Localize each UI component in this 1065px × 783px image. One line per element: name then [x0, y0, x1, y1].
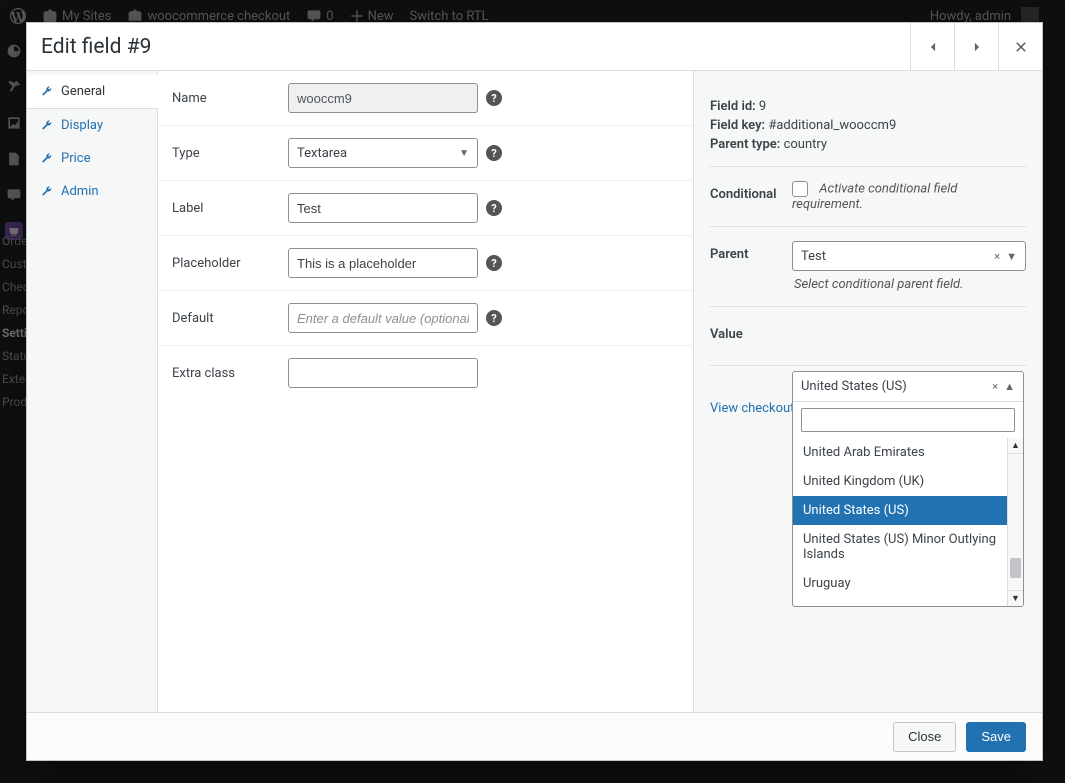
parent-type-line: Parent type: country [710, 137, 1026, 152]
dropdown-listbox: United Arab Emirates United Kingdom (UK)… [793, 438, 1023, 606]
type-select[interactable]: Textarea ▼ [288, 138, 478, 168]
chevron-up-icon: ▲ [1004, 380, 1015, 393]
tab-price-label: Price [61, 151, 90, 166]
conditional-text: Activate conditional field requirement. [792, 181, 957, 212]
edit-field-modal: Edit field #9 General Display Price [26, 22, 1043, 761]
parent-label: Parent [710, 241, 792, 262]
modal-title: Edit field #9 [41, 35, 910, 59]
dropdown-option[interactable]: United States (US) [793, 496, 1023, 525]
close-button[interactable]: Close [893, 722, 956, 752]
tab-display[interactable]: Display [27, 109, 157, 142]
extraclass-label: Extra class [158, 366, 288, 381]
parent-hint: Select conditional parent field. [792, 277, 1026, 292]
dropdown-option[interactable]: Uruguay [793, 569, 1023, 598]
dropdown-option[interactable]: United Arab Emirates [793, 438, 1023, 467]
chevron-left-icon [926, 40, 940, 54]
tab-display-label: Display [61, 118, 103, 133]
help-icon[interactable]: ? [486, 145, 502, 161]
modal-tabs: General Display Price Admin [27, 71, 158, 712]
field-key-line: Field key: #additional_wooccm9 [710, 118, 1026, 133]
value-selected: United States (US) [801, 379, 907, 394]
wrench-icon [41, 120, 53, 132]
chevron-down-icon: ▼ [1006, 250, 1017, 263]
label-input[interactable] [288, 193, 478, 223]
wrench-icon [41, 186, 53, 198]
modal-footer: Close Save [27, 712, 1042, 760]
chevron-down-icon: ▼ [459, 148, 469, 159]
tab-admin-label: Admin [61, 184, 99, 199]
tab-admin[interactable]: Admin [27, 175, 157, 208]
scrollbar[interactable]: ▲ ▼ [1007, 438, 1023, 606]
clear-icon[interactable]: × [994, 250, 1000, 263]
label-label: Label [158, 201, 288, 216]
scroll-up-icon[interactable]: ▲ [1008, 438, 1023, 454]
tab-general-label: General [61, 84, 105, 99]
meta-panel: Field id: 9 Field key: #additional_woocc… [694, 71, 1042, 712]
dropdown-option[interactable]: United Kingdom (UK) [793, 467, 1023, 496]
prev-button[interactable] [910, 23, 954, 71]
field-id-line: Field id: 9 [710, 99, 1026, 114]
tab-price[interactable]: Price [27, 142, 157, 175]
scroll-down-icon[interactable]: ▼ [1008, 590, 1023, 606]
dropdown-search-input[interactable] [801, 408, 1015, 432]
dropdown-option[interactable]: United States (US) Minor Outlying Island… [793, 525, 1023, 569]
name-label: Name [158, 91, 288, 106]
default-input[interactable] [288, 303, 478, 333]
help-icon[interactable]: ? [486, 200, 502, 216]
value-label: Value [710, 321, 792, 342]
close-button[interactable] [998, 23, 1042, 71]
value-dropdown: United States (US) × ▲ United Arab Emira… [792, 371, 1024, 607]
clear-icon[interactable]: × [992, 380, 998, 393]
dropdown-option[interactable]: Uzbekistan [793, 598, 1023, 606]
name-input[interactable] [288, 83, 478, 113]
modal-header: Edit field #9 [27, 23, 1042, 71]
parent-value: Test [801, 249, 826, 264]
conditional-checkbox[interactable] [792, 181, 808, 197]
default-label: Default [158, 311, 288, 326]
help-icon[interactable]: ? [486, 255, 502, 271]
save-button[interactable]: Save [966, 722, 1026, 752]
wrench-icon [41, 86, 53, 98]
help-icon[interactable]: ? [486, 90, 502, 106]
conditional-label: Conditional [710, 181, 792, 202]
value-select-header[interactable]: United States (US) × ▲ [793, 372, 1023, 402]
close-icon [1014, 40, 1028, 54]
tab-general[interactable]: General [27, 75, 158, 109]
next-button[interactable] [954, 23, 998, 71]
placeholder-label: Placeholder [158, 256, 288, 271]
form-area: Name ? Type Textarea ▼ ? Label [158, 71, 694, 712]
extraclass-input[interactable] [288, 358, 478, 388]
wrench-icon [41, 153, 53, 165]
scroll-thumb[interactable] [1010, 558, 1021, 578]
placeholder-input[interactable] [288, 248, 478, 278]
help-icon[interactable]: ? [486, 310, 502, 326]
type-label: Type [158, 146, 288, 161]
chevron-right-icon [970, 40, 984, 54]
parent-select[interactable]: Test × ▼ [792, 241, 1026, 271]
type-value: Textarea [297, 146, 347, 161]
